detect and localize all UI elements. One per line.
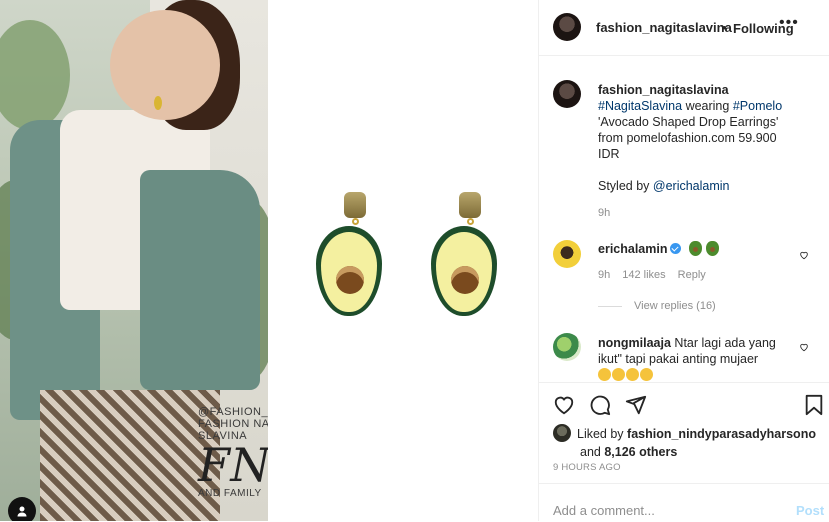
caption-time[interactable]: 9h [598, 207, 610, 219]
comment-time[interactable]: 9h [598, 269, 610, 281]
caption-styled-by: Styled by [598, 179, 653, 193]
comment-body: erichalamin [598, 241, 719, 256]
comments-list[interactable]: fashion_nagitaslavina #NagitaSlavina wea… [539, 56, 829, 382]
more-icon[interactable]: ••• [779, 14, 799, 32]
photo-coat [140, 170, 260, 390]
share-icon[interactable] [625, 394, 647, 416]
laughing-emoji-icon [640, 368, 653, 381]
post-button[interactable]: Post [796, 503, 824, 518]
hashtag-link[interactable]: #Pomelo [733, 99, 782, 113]
earring-ring [352, 218, 359, 225]
photo-pants [40, 390, 220, 521]
heart-icon[interactable] [799, 250, 809, 260]
caption-word: wearing [682, 99, 733, 113]
header-separator: • [722, 20, 727, 35]
earring-ring [467, 218, 474, 225]
photo-face [110, 10, 220, 120]
avatar[interactable] [553, 424, 571, 442]
heart-icon[interactable] [799, 342, 809, 352]
comment-input[interactable]: Add a comment... [553, 503, 655, 518]
add-comment-bar: Add a comment... Post [539, 483, 829, 522]
caption-line: 'Avocado Shaped Drop Earrings' [598, 115, 779, 129]
avocado-emoji-icon [705, 241, 719, 256]
avatar[interactable] [553, 333, 581, 361]
avatar[interactable] [553, 80, 581, 108]
post-time-ago[interactable]: 9 HOURS AGO [553, 462, 621, 473]
comment-meta: 9h 142 likes Reply [598, 269, 718, 281]
comment-icon[interactable] [589, 394, 611, 416]
laughing-emoji-icon [626, 368, 639, 381]
header-username[interactable]: fashion_nagitaslavina [596, 20, 732, 35]
instagram-post: @FASHION_NAGITASLAVINA FASHION NAGITA SL… [0, 0, 829, 521]
laughing-emoji-icon [598, 368, 611, 381]
likes-summary: Liked by fashion_nindyparasadyharsono an… [553, 424, 823, 461]
view-replies-label: View replies (16) [634, 300, 716, 312]
comment-likes[interactable]: 142 likes [622, 269, 665, 281]
comment-emojis [598, 368, 654, 382]
comment-body: nongmilaaja Ntar lagi ada yang ikut" tap… [598, 335, 798, 367]
caption-username[interactable]: fashion_nagitaslavina [598, 83, 729, 97]
view-replies-button[interactable]: View replies (16) [598, 300, 716, 312]
photo-earring [154, 96, 162, 110]
likes-and: and [580, 445, 605, 459]
caption-text: fashion_nagitaslavina #NagitaSlavina wea… [598, 82, 813, 194]
post-header: fashion_nagitaslavina • Following ••• [539, 0, 829, 56]
tagged-user-icon[interactable] [8, 497, 36, 521]
divider [598, 305, 622, 307]
bookmark-icon[interactable] [804, 394, 824, 416]
laughing-emoji-icon [612, 368, 625, 381]
post-sidebar: fashion_nagitaslavina • Following ••• fa… [538, 0, 829, 521]
photo-plant [0, 20, 70, 130]
avocado-pit [336, 266, 364, 294]
avatar[interactable] [553, 240, 581, 268]
comment-username[interactable]: nongmilaaja [598, 336, 671, 350]
hashtag-link[interactable]: #NagitaSlavina [598, 99, 682, 113]
comment-username[interactable]: erichalamin [598, 242, 667, 256]
avocado-pit [451, 266, 479, 294]
earring-stud [344, 192, 366, 218]
product-photo[interactable] [268, 0, 538, 521]
verified-badge-icon [670, 243, 682, 254]
caption-line: IDR [598, 147, 620, 161]
liked-by-prefix: Liked by [577, 427, 628, 441]
liked-by-user[interactable]: fashion_nindyparasadyharsono [627, 427, 816, 441]
caption-line: from pomelofashion.com 59.900 [598, 131, 777, 145]
avocado-emoji-icon [688, 241, 702, 256]
action-bar [539, 382, 829, 423]
likes-line2: and 8,126 others [553, 443, 823, 461]
earring-stud [459, 192, 481, 218]
avatar[interactable] [553, 13, 581, 41]
mention-link[interactable]: @erichalamin [653, 179, 730, 193]
like-heart-icon[interactable] [553, 394, 575, 416]
reply-button[interactable]: Reply [678, 269, 706, 281]
likes-others[interactable]: 8,126 others [604, 445, 677, 459]
